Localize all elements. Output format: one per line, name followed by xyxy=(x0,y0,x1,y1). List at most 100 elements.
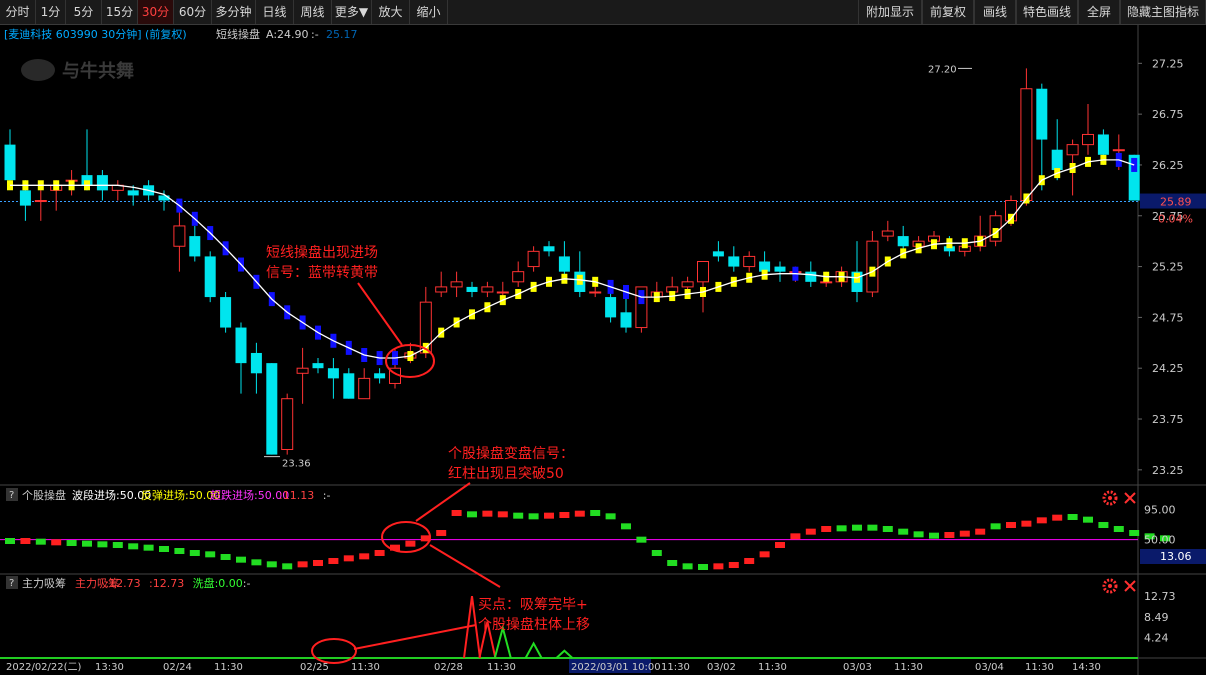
ma-line xyxy=(10,159,1135,359)
sub1-bar-63 xyxy=(975,528,986,535)
sub1-bar-22 xyxy=(343,555,354,562)
logo-text: 与牛共舞 xyxy=(62,60,134,82)
candle-body-40 xyxy=(620,312,632,328)
toolbar-right-button-0[interactable]: 附加显示 xyxy=(858,0,922,24)
toolbar-button-9[interactable]: 更多▼ xyxy=(332,0,372,24)
candle-body-57 xyxy=(881,230,894,237)
candle-body-66 xyxy=(1020,88,1033,202)
sub1-bar-56 xyxy=(867,524,878,531)
sub1-bar-54 xyxy=(836,525,847,532)
candle-body-35 xyxy=(543,246,555,252)
toolbar-right-button-4[interactable]: 全屏 xyxy=(1078,0,1120,24)
sub1-bar-3 xyxy=(51,539,62,546)
sub1-bar-28 xyxy=(436,530,447,536)
toolbar-button-7[interactable]: 日线 xyxy=(256,0,294,24)
gear-center-2 xyxy=(1108,584,1112,588)
close-icon-1[interactable] xyxy=(1124,492,1136,504)
candle-body-17 xyxy=(266,363,278,455)
sub1-bar-31 xyxy=(482,510,493,517)
indicator-dash: :- xyxy=(311,28,319,41)
high-price-label: 27.20 xyxy=(928,64,957,75)
annotation-2-3-connector xyxy=(429,544,501,588)
candle-body-18 xyxy=(281,398,294,451)
x-axis-label-7: 11:30 xyxy=(487,662,516,673)
sub1-bar-40 xyxy=(621,523,631,530)
sub1-bar-19 xyxy=(297,561,308,568)
sub1-bar-67 xyxy=(1036,517,1047,524)
x-axis-label-15: 11:30 xyxy=(1025,662,1054,673)
candle-body-19 xyxy=(296,367,309,374)
toolbar-button-10[interactable]: 放大 xyxy=(372,0,410,24)
sub1-bar-21 xyxy=(328,558,339,564)
sub1-bar-64 xyxy=(990,523,1001,530)
y-tick-label-7: 23.75 xyxy=(1152,413,1184,426)
sub1-bar-34 xyxy=(528,513,539,520)
toolbar-right-button-1[interactable]: 前复权 xyxy=(922,0,974,24)
candle-body-46 xyxy=(712,251,724,257)
sub1-bar-53 xyxy=(821,526,832,532)
sub1-tick-top: 95.00 xyxy=(1144,504,1176,517)
toolbar-right-button-2[interactable]: 画线 xyxy=(974,0,1016,24)
candle-body-16 xyxy=(250,352,262,374)
toolbar-button-4[interactable]: 30分 xyxy=(138,0,174,24)
sub1-bar-0 xyxy=(5,538,15,544)
sub1-bar-11 xyxy=(174,548,185,554)
sub1-bar-16 xyxy=(251,559,262,566)
annotation-3-circle xyxy=(311,638,357,664)
y-tick-label-4: 25.25 xyxy=(1152,261,1184,274)
x-axis-label-14: 03/04 xyxy=(975,662,1004,673)
x-axis-label-10: 03/02 xyxy=(707,662,736,673)
sub1-bar-46 xyxy=(713,563,724,570)
toolbar-button-8[interactable]: 周线 xyxy=(294,0,332,24)
toolbar-button-11[interactable]: 缩小 xyxy=(410,0,448,24)
toolbar-right-button-5[interactable]: 隐藏主图指标 xyxy=(1120,0,1206,24)
toolbar-button-6[interactable]: 多分钟 xyxy=(212,0,256,24)
annotation-2-pointer xyxy=(415,482,471,522)
candle-body-1 xyxy=(19,190,31,206)
logo-bull-icon xyxy=(21,59,55,81)
candle-body-32 xyxy=(496,291,509,294)
candle-body-23 xyxy=(358,377,371,400)
candle-body-12 xyxy=(189,236,201,257)
annotation-2-line-1: 个股操盘变盘信号： xyxy=(448,445,574,462)
annotation-3-line-2: 个股操盘柱体上移 xyxy=(478,616,590,633)
sub1-bar-38 xyxy=(590,510,601,516)
toolbar-button-1[interactable]: 1分 xyxy=(36,0,66,24)
candle-body-50 xyxy=(774,266,786,272)
sub1-bar-43 xyxy=(667,560,678,566)
toolbar-button-3[interactable]: 15分 xyxy=(102,0,138,24)
candle-body-15 xyxy=(235,327,247,364)
candle-body-58 xyxy=(897,236,909,247)
candle-body-34 xyxy=(527,250,540,268)
sub2-part-4: :- xyxy=(243,577,251,590)
candle-body-36 xyxy=(558,256,570,272)
sub1-bar-45 xyxy=(698,564,708,570)
candle-body-71 xyxy=(1097,134,1109,155)
candle-body-11 xyxy=(173,225,186,247)
sub1-bar-2 xyxy=(35,538,46,545)
sub1-part-4: :- xyxy=(323,489,331,502)
close-icon-2[interactable] xyxy=(1124,580,1136,592)
sub1-bar-51 xyxy=(790,533,801,540)
low-price-label: 23.36 xyxy=(282,459,311,470)
toolbar-button-0[interactable]: 分时 xyxy=(0,0,36,24)
x-axis-label-9: 11:30 xyxy=(661,662,690,673)
sub1-bar-4 xyxy=(66,540,77,546)
sub1-part-2: 超跌进场:50.00 xyxy=(210,488,289,502)
toolbar-button-5[interactable]: 60分 xyxy=(174,0,212,24)
sub1-bar-68 xyxy=(1052,514,1063,521)
y-tick-label-5: 24.75 xyxy=(1152,311,1184,324)
y-tick-label-2: 26.25 xyxy=(1152,159,1184,172)
sub1-bar-58 xyxy=(898,528,909,535)
period-toolbar: 分时 1分 5分 15分 30分 60分 多分钟 日线 周线 更多▼ 放大 缩小 附加显示 前复权 画线 特色… xyxy=(0,0,1206,25)
indicator-name: 短线操盘 xyxy=(216,27,260,41)
sub2-spike-3 xyxy=(524,641,543,659)
toolbar-right-button-3[interactable]: 特色画线 xyxy=(1016,0,1078,24)
candle-body-6 xyxy=(96,175,108,191)
candle-body-44 xyxy=(681,281,694,288)
toolbar-button-2[interactable]: 5分 xyxy=(66,0,102,24)
candle-body-13 xyxy=(204,256,216,298)
candle-body-2 xyxy=(34,200,47,203)
sub1-tick-mid: 50.00 xyxy=(1144,534,1176,547)
x-axis-label-6: 02/28 xyxy=(434,662,463,673)
